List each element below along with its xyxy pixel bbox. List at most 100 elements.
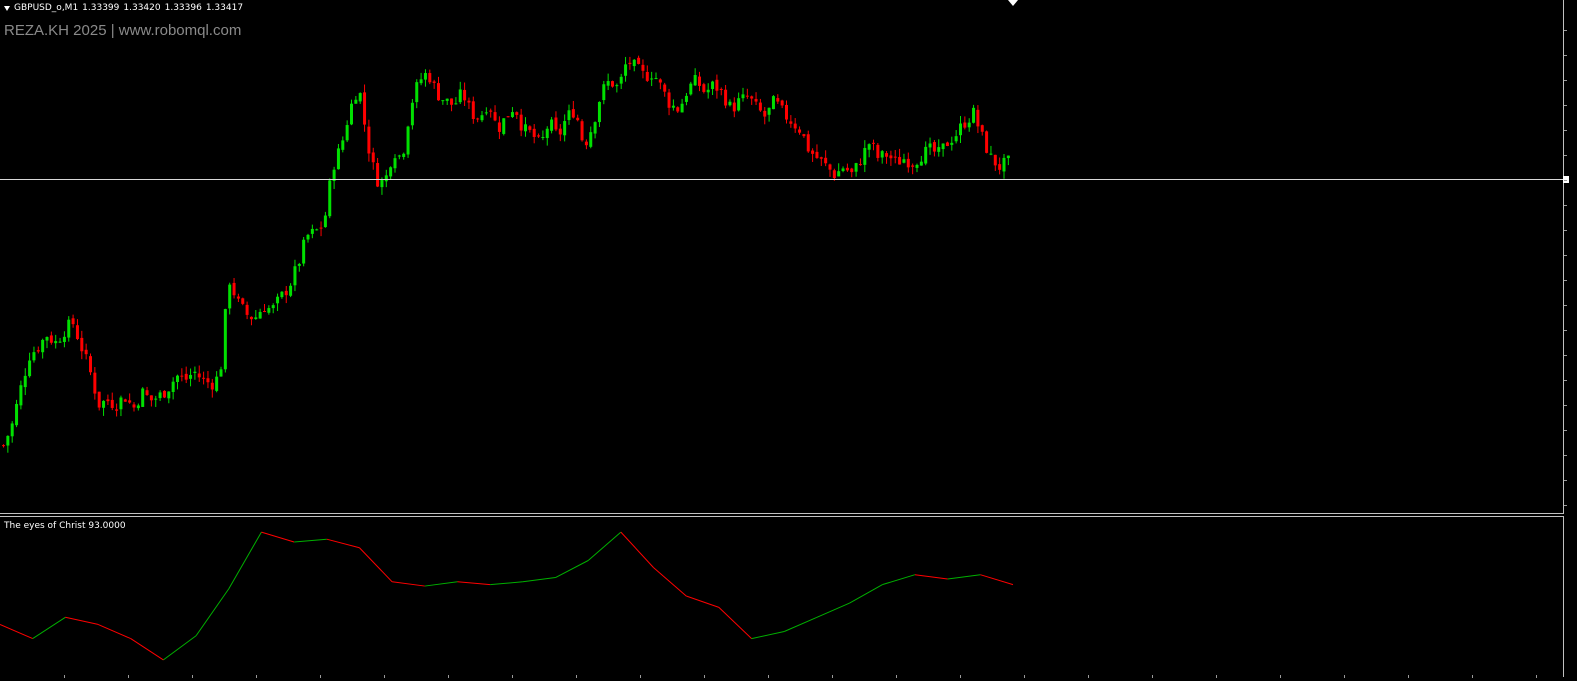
indicator-segment — [228, 531, 262, 590]
candle-body — [2, 445, 5, 447]
candle-body — [154, 398, 158, 400]
candle-body — [445, 98, 449, 101]
candle-body — [924, 146, 928, 164]
time-scale-tick — [1344, 675, 1345, 678]
candle-body — [858, 164, 862, 166]
candle-body — [119, 397, 123, 410]
candle-body — [819, 157, 823, 159]
candle-body — [537, 135, 541, 137]
candle-body — [80, 337, 84, 352]
candle-body — [676, 107, 680, 112]
candle-body — [354, 99, 358, 104]
candle-body — [550, 119, 554, 131]
price-scale-tick — [1564, 130, 1567, 131]
candle-body — [323, 215, 327, 228]
candle-body — [245, 304, 249, 315]
candle-body — [989, 153, 993, 155]
candle-body — [611, 81, 614, 87]
indicator-segment — [816, 602, 850, 618]
bid-price-line — [0, 179, 1564, 180]
candle-body — [798, 129, 802, 133]
candle-body — [210, 382, 214, 390]
candle-body — [771, 96, 775, 110]
candle-body — [6, 435, 10, 446]
candle-body — [954, 136, 958, 142]
candle-body — [215, 376, 219, 391]
candle-body — [654, 78, 658, 80]
price-scale-tick — [1564, 30, 1567, 31]
candle-body — [528, 126, 532, 130]
price-scale-tick — [1564, 430, 1567, 431]
candle-body — [376, 163, 380, 187]
indicator-segment — [490, 581, 523, 586]
candle-body — [515, 112, 519, 115]
candle-body — [484, 112, 488, 114]
candle-body — [258, 311, 262, 319]
chart-shift-marker[interactable] — [1008, 0, 1018, 6]
candle-body — [976, 109, 980, 127]
candle-body — [715, 79, 719, 91]
candle-body — [545, 128, 549, 139]
candle-body — [89, 356, 92, 373]
ohlc-high: 1.33420 — [123, 3, 161, 13]
indicator-segment — [784, 616, 818, 632]
candle-body — [189, 374, 193, 379]
candle-body — [541, 137, 545, 139]
ohlc-close: 1.33417 — [205, 3, 244, 13]
candle-body — [41, 339, 45, 353]
candle-body — [267, 308, 271, 313]
time-scale-tick — [1152, 675, 1153, 678]
candle-body — [310, 228, 314, 234]
time-scale-tick — [64, 675, 65, 678]
candle-body — [593, 122, 597, 134]
candle-body — [358, 93, 362, 102]
time-scale-tick — [896, 675, 897, 678]
candle-body — [671, 105, 675, 108]
candle-body — [793, 123, 797, 129]
candle-body — [306, 234, 310, 240]
indicator-segment — [653, 567, 687, 597]
candle-body — [171, 381, 175, 392]
candle-body — [689, 83, 693, 95]
candle-body — [197, 373, 201, 378]
candle-body — [297, 263, 301, 266]
candle-body — [645, 71, 649, 81]
symbol-dropdown-icon[interactable] — [4, 5, 10, 11]
candle-body — [497, 122, 501, 132]
candle-body — [319, 227, 323, 229]
indicator-segment — [392, 581, 425, 587]
candle-body — [28, 360, 32, 377]
candle-body — [789, 121, 793, 124]
pane-divider-top[interactable] — [0, 513, 1564, 514]
candle-body — [254, 317, 258, 319]
indicator-segment — [97, 623, 131, 640]
candle-body — [341, 140, 345, 150]
candle-body — [336, 148, 340, 170]
candle-body — [158, 392, 162, 399]
candle-body — [802, 134, 806, 137]
candle-body — [567, 110, 571, 121]
indicator-label: The eyes of Christ 93.0000 — [4, 521, 126, 531]
price-scale-tick — [1564, 305, 1567, 306]
chart-window[interactable]: GBPUSD_o,M1 1.33399 1.33420 1.33396 1.33… — [0, 0, 1577, 681]
candle-body — [315, 229, 319, 231]
price-scale-tick — [1564, 330, 1567, 331]
candle-body — [624, 64, 628, 76]
candle-body — [758, 102, 762, 111]
candle-body — [867, 144, 871, 150]
candle-body — [832, 170, 836, 179]
main-chart-pane[interactable]: GBPUSD_o,M1 1.33399 1.33420 1.33396 1.33… — [0, 0, 1564, 513]
candle-body — [945, 142, 949, 147]
candle-body — [741, 94, 745, 99]
candle-body — [889, 155, 893, 159]
candle-body — [684, 95, 688, 102]
indicator-pane[interactable]: The eyes of Christ 93.0000 — [0, 517, 1564, 677]
price-scale[interactable] — [1564, 0, 1577, 681]
candle-body — [128, 400, 132, 403]
time-scale-tick — [448, 675, 449, 678]
candle-body — [241, 298, 245, 304]
candle-body — [458, 89, 462, 103]
candle-body — [419, 79, 423, 84]
time-scale-tick — [1472, 675, 1473, 678]
candle-body — [23, 375, 27, 388]
